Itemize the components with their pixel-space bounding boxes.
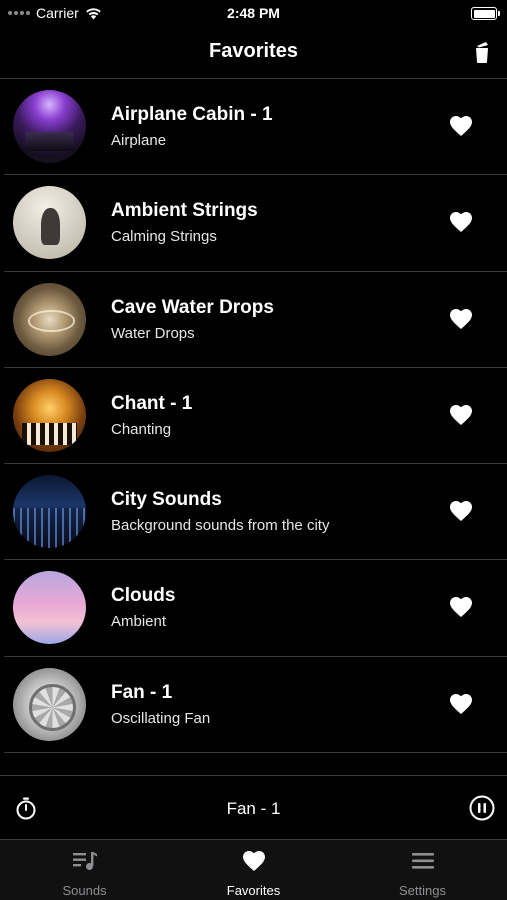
sound-subtitle: Ambient [111,613,167,631]
list-item[interactable]: Fan - 1 Oscillating Fan [4,657,507,754]
sound-title: Fan - 1 [111,681,173,703]
clear-icon[interactable] [471,40,493,64]
list-item[interactable]: Cave Water Drops Water Drops [4,272,507,368]
sound-thumbnail [13,186,86,260]
tab-sounds[interactable]: Sounds [0,840,169,900]
sound-subtitle: Oscillating Fan [111,709,211,727]
sound-thumbnail [13,282,86,356]
tab-settings[interactable]: Settings [338,840,507,900]
sound-title: City Sounds [111,489,222,511]
sound-subtitle: Calming Strings [111,228,217,246]
sound-thumbnail [13,90,86,163]
pause-icon[interactable] [469,795,495,821]
sound-title: Airplane Cabin - 1 [111,104,273,125]
sound-thumbnail [13,475,86,549]
heart-icon[interactable] [449,500,473,522]
heart-icon[interactable] [449,211,473,233]
tab-label: Favorites [226,883,281,898]
sound-title: Clouds [111,585,176,607]
heart-icon[interactable] [449,693,473,715]
tab-bar: Sounds Favorites Settings [0,839,507,900]
menu-icon [411,853,434,869]
list-item[interactable]: Ambient Strings Calming Strings [4,175,507,272]
now-playing-title[interactable]: Fan - 1 [0,799,507,819]
list-item[interactable]: Clouds Ambient [4,560,507,657]
sound-subtitle: Background sounds from the city [111,517,330,535]
list-item[interactable]: Airplane Cabin - 1 Airplane [4,79,507,176]
heart-icon [242,851,265,871]
sound-subtitle: Airplane [111,132,167,149]
sound-thumbnail [13,571,86,645]
page-title: Favorites [209,40,298,62]
battery-icon [471,7,500,20]
navigation-bar: Favorites [0,26,507,79]
favorites-list: Airplane Cabin - 1 Airplane Ambient Stri… [0,79,507,754]
heart-icon[interactable] [449,115,473,137]
sound-subtitle: Water Drops [111,324,195,342]
sound-title: Ambient Strings [111,200,258,222]
sound-title: Chant - 1 [111,392,193,414]
heart-icon[interactable] [449,404,473,426]
sound-title: Cave Water Drops [111,296,274,318]
tab-label: Sounds [62,883,107,898]
sound-subtitle: Chanting [111,420,172,438]
status-bar: Carrier 2:48 PM [0,0,507,26]
favorites-screen: Carrier 2:48 PM Favorites Airplane Cabin… [0,0,507,900]
list-item[interactable]: City Sounds Background sounds from the c… [4,464,507,561]
sound-thumbnail [13,378,86,452]
list-item[interactable]: Chant - 1 Chanting [4,368,507,465]
heart-icon[interactable] [449,596,473,618]
now-playing-bar: Fan - 1 [0,775,507,839]
tab-label: Settings [399,883,446,898]
sound-thumbnail [13,667,86,741]
heart-icon[interactable] [449,308,473,330]
status-time: 2:48 PM [227,5,280,21]
music-list-icon [72,852,97,870]
tab-favorites[interactable]: Favorites [169,840,338,900]
